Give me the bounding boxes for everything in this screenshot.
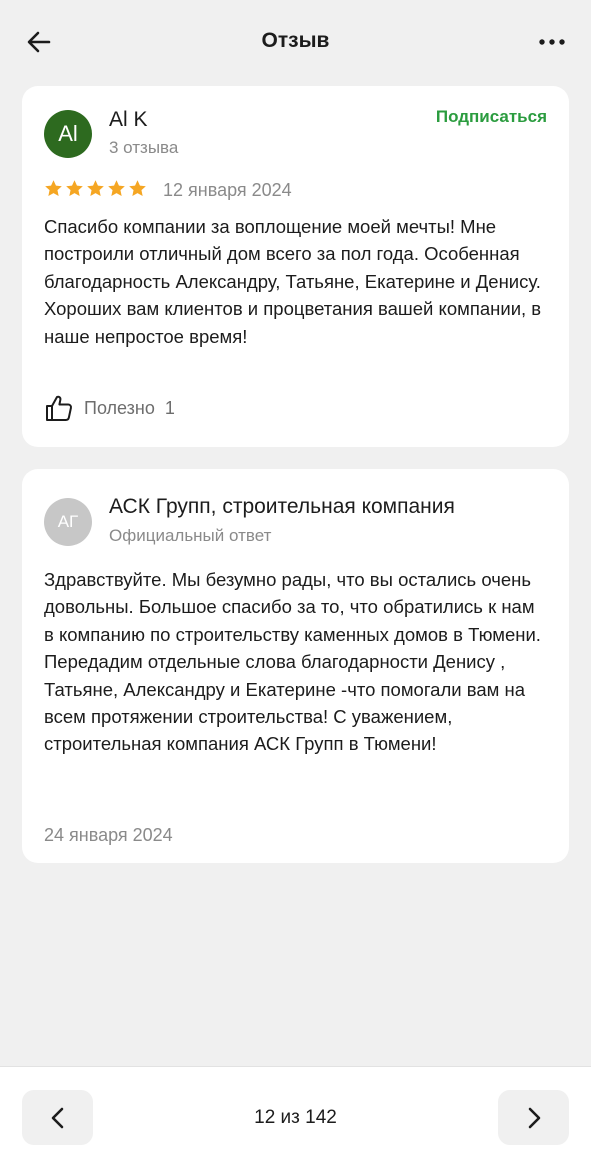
review-date: 12 января 2024 [163, 180, 292, 200]
star-icon [108, 180, 125, 197]
official-answer-label: Официальный ответ [109, 526, 272, 545]
company-avatar[interactable]: АГ [44, 498, 92, 546]
review-author-name[interactable]: Al K [109, 108, 148, 132]
thumbs-up-icon [46, 395, 73, 421]
company-name[interactable]: АСК Групп, строительная компания [109, 495, 455, 519]
answer-date: 24 января 2024 [44, 825, 173, 845]
more-horizontal-icon [539, 39, 565, 45]
more-button[interactable] [537, 30, 567, 54]
review-author-count: 3 отзыва [109, 138, 179, 157]
pager-bar: 12 из 142 [0, 1066, 591, 1161]
helpful-label: Полезно [84, 397, 155, 418]
star-icon [66, 180, 83, 197]
avatar[interactable]: Al [44, 110, 92, 158]
review-card: Al Al K 3 отзыва Подписаться 12 января 2… [22, 86, 569, 447]
next-review-button[interactable] [498, 1090, 569, 1145]
chevron-right-icon [528, 1107, 540, 1128]
page-title: Отзыв [261, 29, 330, 52]
helpful-count: 1 [164, 397, 175, 418]
subscribe-button[interactable]: Подписаться [436, 107, 547, 127]
company-answer-card: АГ АСК Групп, строительная компания Офиц… [22, 469, 569, 863]
star-icon [45, 180, 62, 197]
star-icon [129, 180, 146, 197]
review-text: Спасибо компании за воплощение моей мечт… [44, 216, 542, 347]
star-icon [87, 180, 104, 197]
rating-stars [44, 179, 147, 198]
top-bar: Отзыв [0, 0, 591, 84]
helpful-button[interactable]: Полезно 1 [44, 392, 175, 424]
answer-text: Здравствуйте. Мы безумно рады, что вы ос… [44, 569, 541, 755]
